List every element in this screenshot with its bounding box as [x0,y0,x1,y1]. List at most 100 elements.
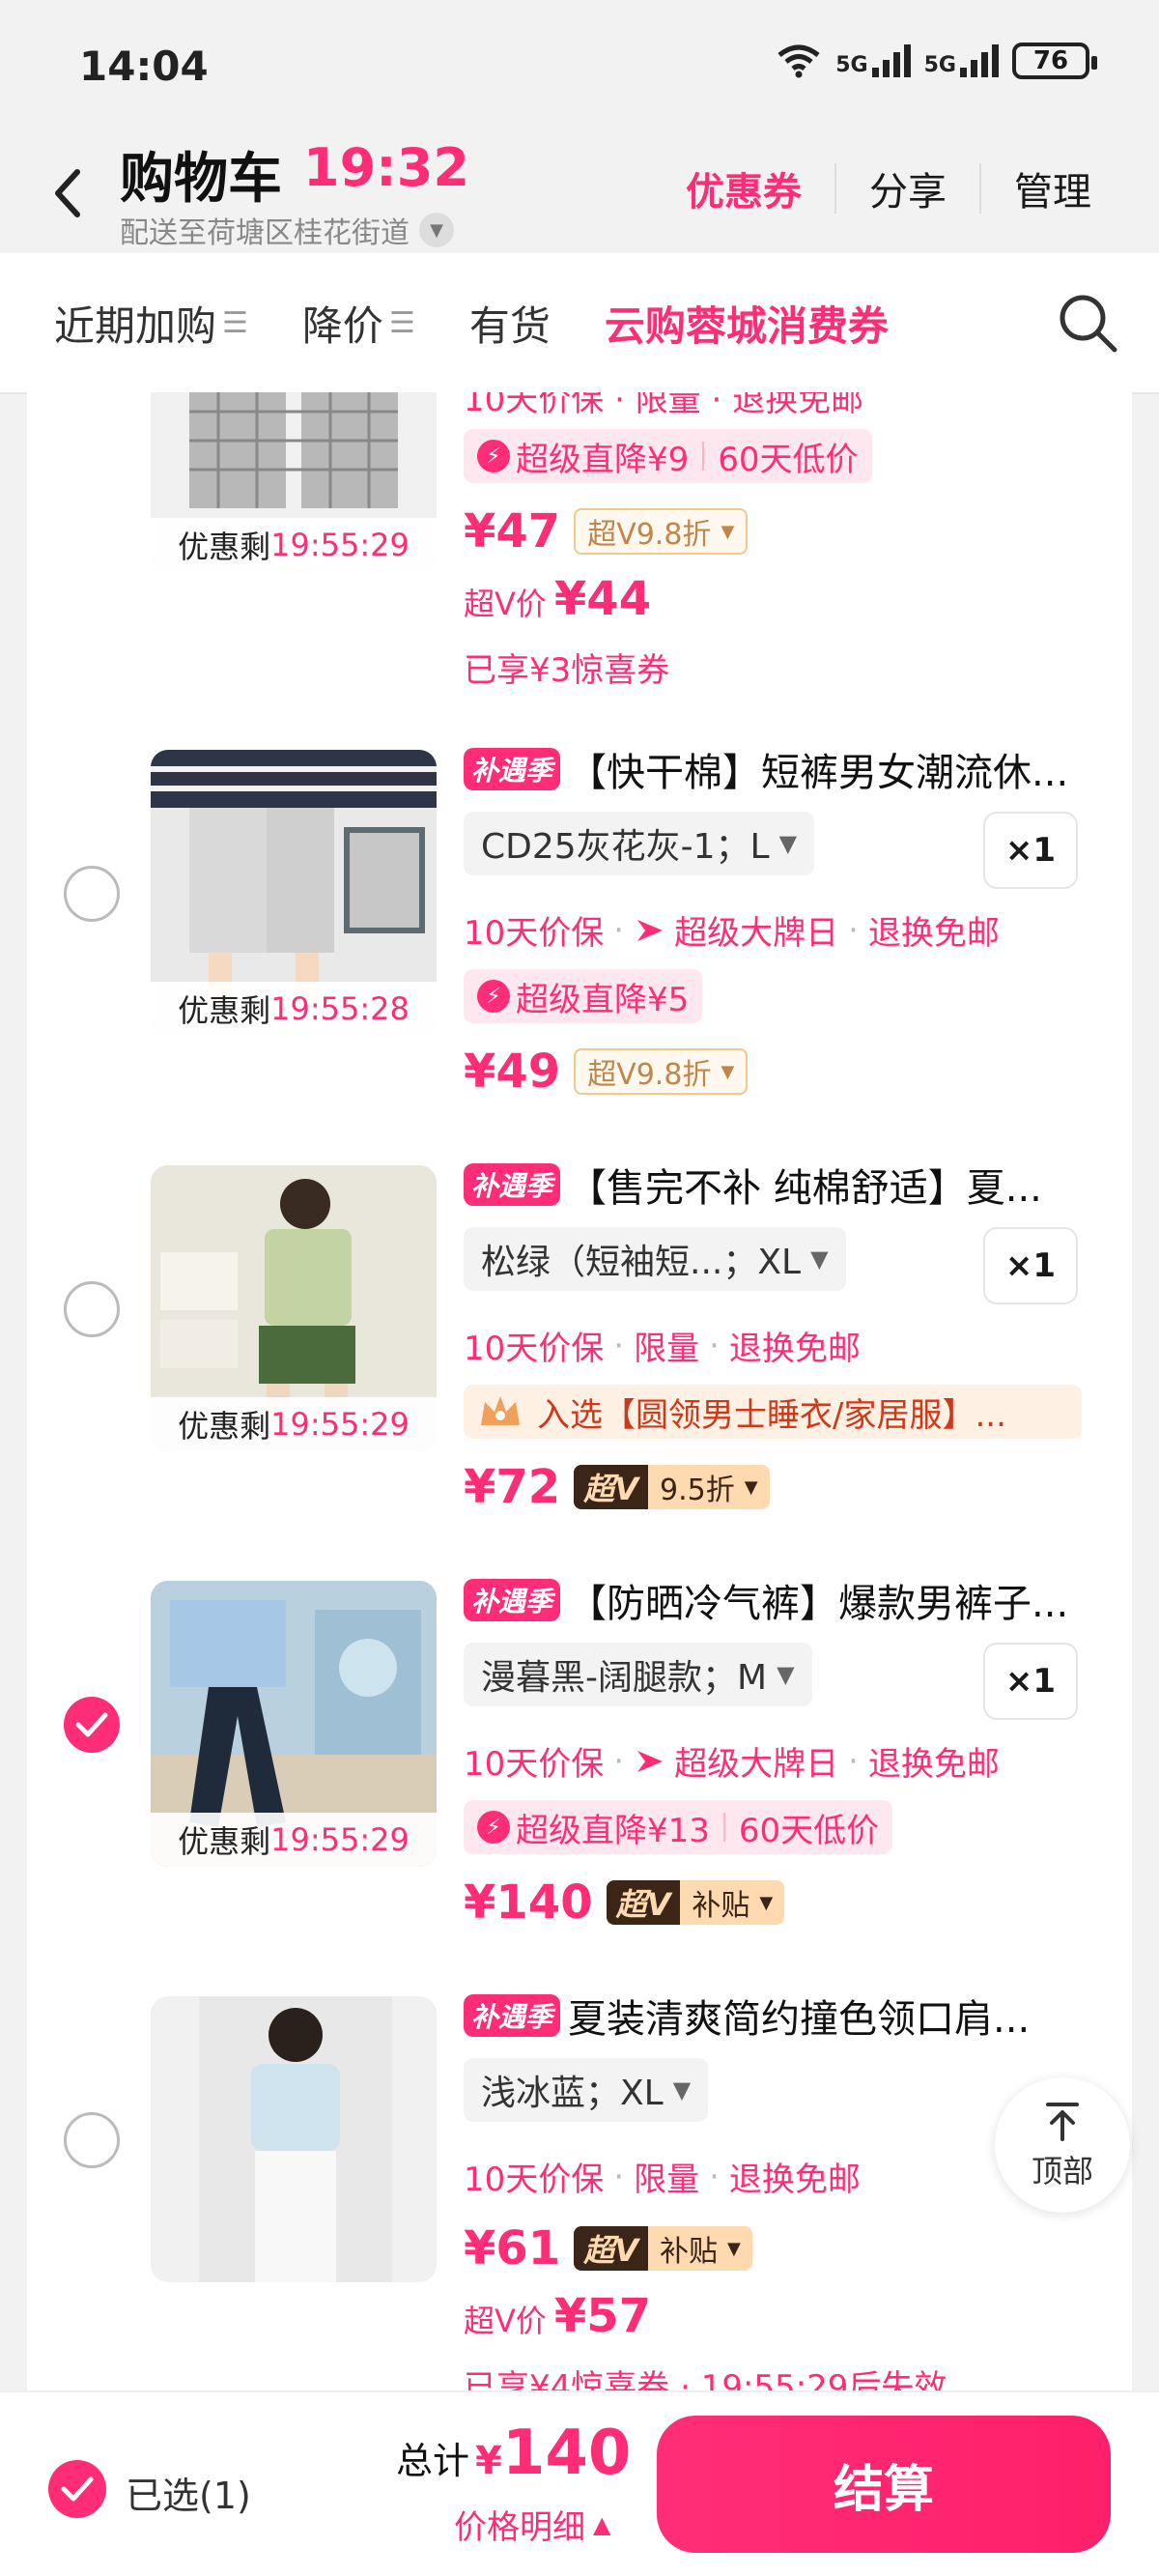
price-row: ¥61 超V 补贴 ▼ [464,2218,1120,2279]
checkout-button[interactable]: 结算 [657,2416,1111,2553]
quantity-stepper[interactable]: ×1 [983,1643,1078,1720]
filter-consumer-coupon[interactable]: 云购蓉城消费券 [605,294,889,353]
deal-extra: 60天低价 [738,1811,880,1850]
wifi-icon [777,44,820,78]
search-icon[interactable] [1055,290,1120,356]
status-bar: 14:04 5G 5G 76 [0,0,1159,135]
product-title-row[interactable]: 补遇季 【售完不补 纯棉舒适】夏... [464,1156,1120,1214]
service-tag: 10天价保 [464,914,605,953]
sku-selector[interactable]: 松绿（短袖短...；XL ▼ [464,1227,846,1291]
ranking-text: 入选【圆领男士睡衣/家居服】... [537,1395,1006,1435]
header-actions: 优惠券 分享 管理 [653,160,1124,216]
price: ¥47 [464,504,561,558]
cart-timer: 19:32 [303,137,469,198]
back-arrow-icon[interactable] [46,164,89,222]
vip-badge: 超V [574,1465,648,1509]
big-brand-day-icon [637,919,664,941]
sku-selector[interactable]: 漫暮黑-阔腿款；M ▼ [464,1643,812,1706]
vip-badge: 超V [606,1880,681,1925]
address-text: 配送至荷塘区桂花街道 [120,216,410,250]
caret-down-icon: ▼ [744,1476,758,1498]
price-detail-link[interactable]: 价格明细 ▲ [454,2501,610,2548]
product-title-row[interactable]: 补遇季 【防晒冷气裤】爆款男裤子... [464,1571,1120,1629]
deal-chip: ⚡ 超级直降¥9 60天低价 [464,429,872,483]
item-checkbox[interactable] [64,1281,120,1337]
vip-discount-tag[interactable]: 超V 9.5折 ▼ [574,1465,770,1509]
deal-text: 超级直降¥13 [516,1811,710,1850]
filter-bar: 近期加购 ☰ 降价 ☰ 有货 云购蓉城消费券 [0,253,1159,394]
chevron-up-icon: ▲ [593,2510,611,2538]
price-row: ¥49 超V9.8折 ▼ [464,1041,1120,1102]
crown-icon [481,1396,520,1425]
vip-subsidy-tag[interactable]: 超V 补贴 ▼ [574,2226,752,2271]
coupon-button[interactable]: 优惠券 [653,160,834,216]
discount-countdown: 优惠剩 19:55:29 [151,1813,437,1867]
coupon-line: 已享¥4惊喜券 · 19:55:29后失效 [464,2368,947,2390]
product-image[interactable]: 优惠剩 19:55:29 [151,392,437,572]
product-title-row[interactable]: 补遇季 【快干棉】短裤男女潮流休... [464,740,1120,798]
back-to-top-button[interactable]: 顶部 [995,2077,1130,2213]
price: ¥49 [464,1045,561,1099]
service-tags: 10天价保 · 限量 · 退换免邮 [464,1322,1120,1369]
clock: 14:04 [79,43,209,90]
item-checkbox-checked[interactable] [64,1697,120,1753]
cart-header: 购物车 19:32 配送至荷塘区桂花街道 ▼ 优惠券 分享 管理 [0,135,1159,251]
chevron-down-icon: ▼ [419,213,454,247]
chevron-down-icon: ▼ [672,2076,692,2104]
service-tag: 限量 [634,2161,700,2199]
total-label: 总计 [396,2440,470,2482]
product-title-row[interactable]: 补遇季 夏装清爽简约撞色领口肩... [464,1987,1120,2045]
cart-item-list[interactable]: 优惠剩 19:55:29 10天价保 · 限量 · 退换免邮 ⚡ 超级直降¥9 6… [27,392,1132,2390]
vip-discount-text: 超V9.8折 [587,518,712,552]
filter-label: 有货 [468,301,551,350]
service-tag: 10天价保 [464,1745,605,1784]
item-checkbox[interactable] [64,866,120,922]
product-image[interactable]: 优惠剩 19:55:28 [151,750,437,1036]
divider [702,442,705,471]
service-text: 10天价保 · 限量 · 退换免邮 [464,392,864,414]
discount-countdown: 优惠剩 19:55:29 [151,1397,437,1451]
total-value: 140 [501,2418,632,2489]
filter-label: 近期加购 [54,301,217,350]
divider [722,1813,725,1842]
sku-selector[interactable]: CD25灰花灰-1；L ▼ [464,812,815,875]
manage-button[interactable]: 管理 [981,160,1124,216]
vip-subsidy-tag[interactable]: 超V 补贴 ▼ [606,1880,785,1925]
product-image[interactable] [151,1996,437,2282]
product-title: 【防晒冷气裤】爆款男裤子... [568,1582,1069,1626]
filter-recent[interactable]: 近期加购 ☰ [54,294,248,353]
vip-discount-tag[interactable]: 超V9.8折 ▼ [574,1048,749,1095]
ranking-chip[interactable]: 入选【圆领男士睡衣/家居服】... [464,1385,1082,1439]
deal-text: 超级直降¥5 [516,980,690,1019]
filter-icon: ☰ [222,305,248,340]
page-title: 购物车 [120,148,282,211]
chevron-down-icon: ▼ [778,830,798,857]
battery-icon: 76 [1012,43,1097,79]
quantity-stepper[interactable]: ×1 [983,1227,1078,1304]
bolt-icon: ⚡ [477,440,510,472]
filter-label: 云购蓉城消费券 [604,301,889,350]
filter-price-drop[interactable]: 降价 ☰ [302,294,415,353]
price: ¥140 [464,1875,593,1930]
delivery-address[interactable]: 配送至荷塘区桂花街道 ▼ [120,209,454,251]
item-checkbox[interactable] [64,2112,120,2168]
vip-price-row: 超V价 ¥57 [464,2289,1120,2343]
vip-subsidy-text: 补贴 [659,2235,718,2269]
filter-in-stock[interactable]: 有货 [469,294,551,353]
promo-tag: 补遇季 [464,1579,561,1621]
product-title: 夏装清爽简约撞色领口肩... [568,1997,1031,2042]
product-image[interactable]: 优惠剩 19:55:29 [151,1165,437,1451]
price: ¥61 [464,2221,561,2275]
share-button[interactable]: 分享 [836,160,979,216]
big-brand-day-icon [637,1750,664,1772]
vip-price: ¥57 [553,2289,652,2343]
quantity-stepper[interactable]: ×1 [983,812,1078,889]
sku-selector[interactable]: 浅冰蓝；XL ▼ [464,2058,709,2122]
vip-discount-tag[interactable]: 超V9.8折 ▼ [574,508,749,555]
product-image[interactable]: 优惠剩 19:55:29 [151,1581,437,1867]
select-all-checkbox[interactable] [48,2460,106,2518]
discount-countdown: 优惠剩 19:55:28 [151,982,437,1036]
deal-chip: ⚡ 超级直降¥13 60天低价 [464,1800,893,1854]
service-tag: 退换免邮 [867,1745,1000,1784]
selected-count: 已选(1) [126,2475,251,2517]
